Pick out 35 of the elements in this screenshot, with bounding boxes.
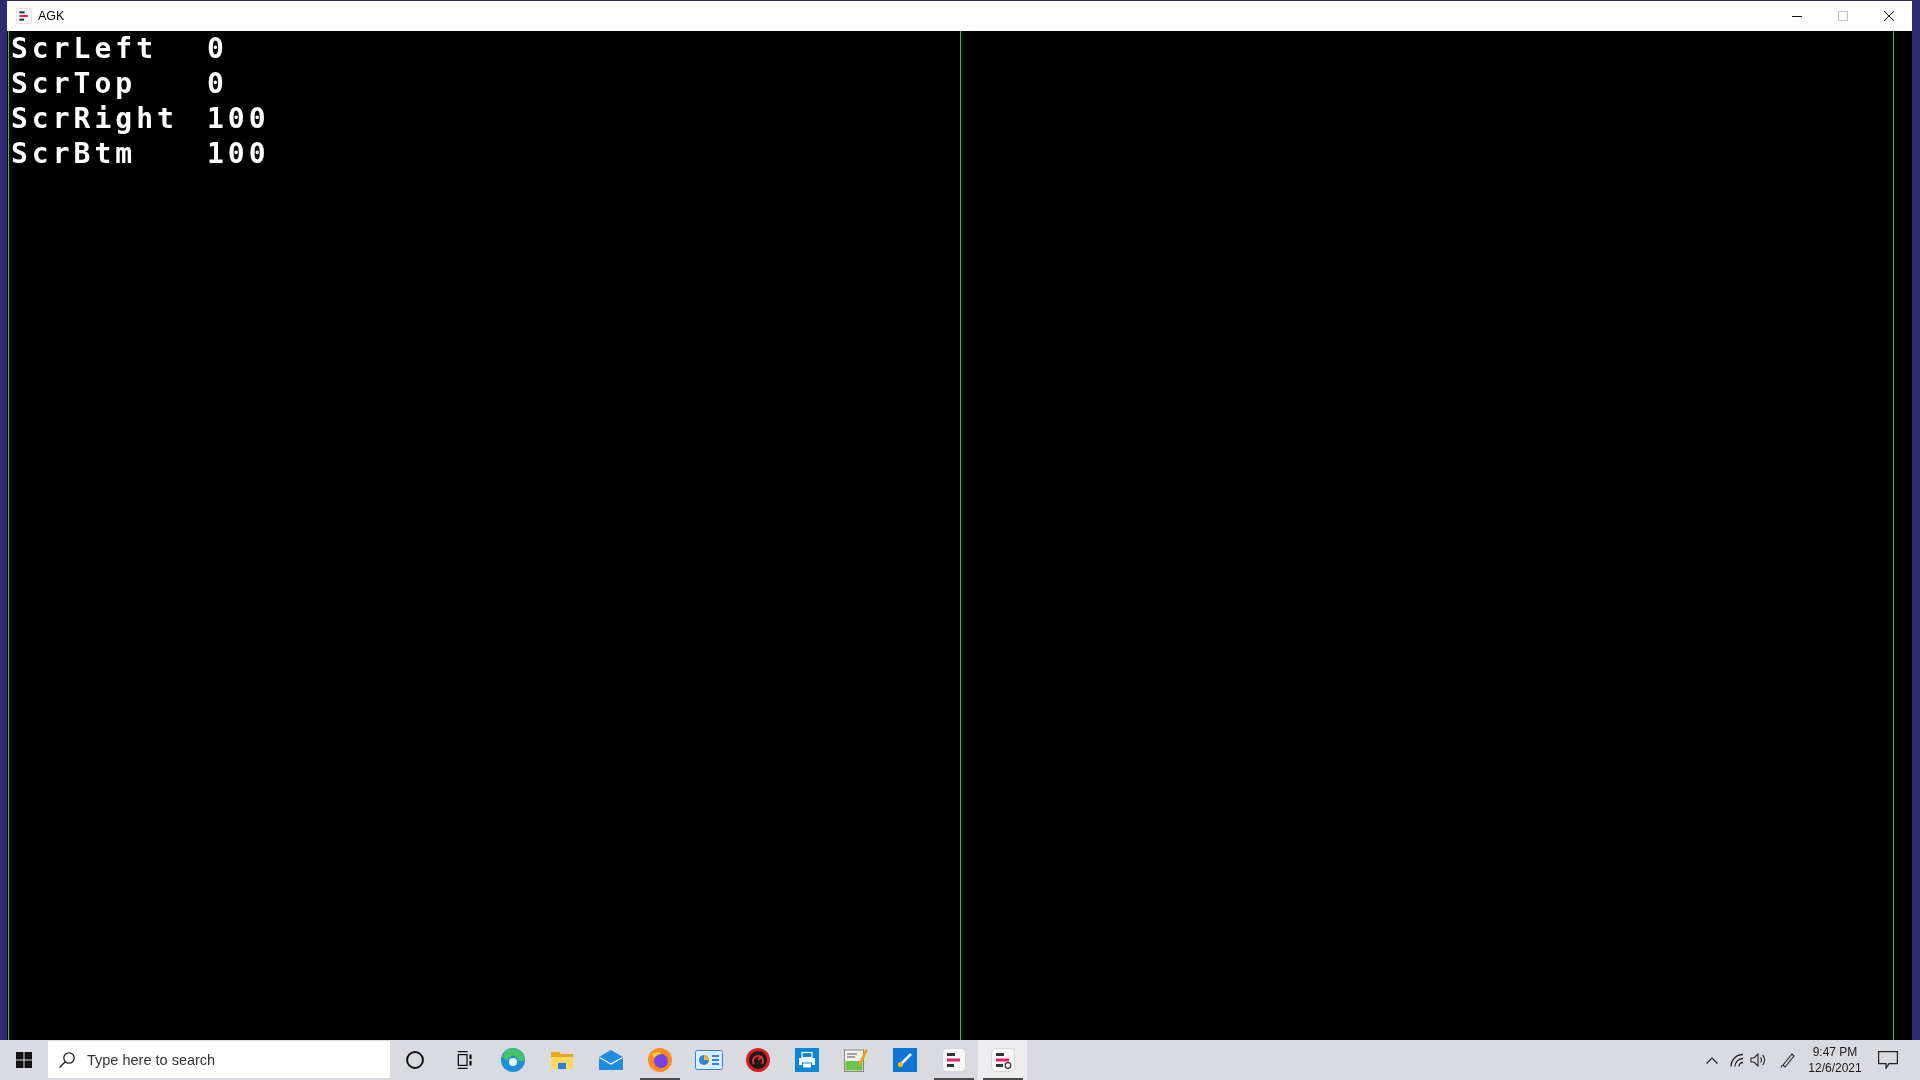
search-field[interactable]: Type here to search: [48, 1041, 390, 1078]
minimize-icon: [1792, 15, 1802, 17]
wifi-icon[interactable]: [1729, 1053, 1745, 1067]
app-logo-play-icon: [990, 1048, 1015, 1072]
dashboard-icon: [694, 1050, 723, 1070]
readout-label: ScrTop: [11, 66, 138, 101]
app-logo-icon: [16, 8, 32, 24]
swirl-icon: [500, 1048, 525, 1072]
taskbar-button[interactable]: [978, 1040, 1027, 1080]
four-squares-icon: [16, 1052, 32, 1068]
ring-icon: [405, 1051, 424, 1069]
app-logo-icon: [941, 1048, 966, 1072]
speaker-icon[interactable]: [1750, 1053, 1766, 1067]
readout-label: ScrBtm: [11, 136, 138, 171]
window-title: AGK: [38, 9, 66, 23]
readout-value: 0: [207, 31, 229, 66]
folder-icon: [549, 1051, 574, 1069]
search-icon: [59, 1051, 75, 1068]
notepad-icon: [843, 1048, 868, 1072]
pen-icon[interactable]: [1780, 1052, 1796, 1068]
clock-button[interactable]: 9:47 PM 12/6/2021: [1800, 1040, 1870, 1080]
dial-icon: [745, 1048, 770, 1072]
brush-icon: [892, 1048, 917, 1072]
readout-value: 100: [207, 101, 270, 136]
readout-value: 0: [207, 66, 229, 101]
readout-label: ScrLeft: [11, 31, 158, 66]
envelope-icon: [598, 1050, 623, 1070]
maximize-icon: [1838, 11, 1848, 21]
readout-value: 100: [207, 136, 270, 171]
flame-globe-icon: [647, 1048, 672, 1072]
chevron-up-icon[interactable]: [1706, 1056, 1718, 1064]
notification-icon[interactable]: [1877, 1051, 1898, 1069]
close-icon: [1884, 11, 1894, 21]
readout-label: ScrRight: [11, 101, 179, 136]
printer-icon: [794, 1048, 819, 1072]
